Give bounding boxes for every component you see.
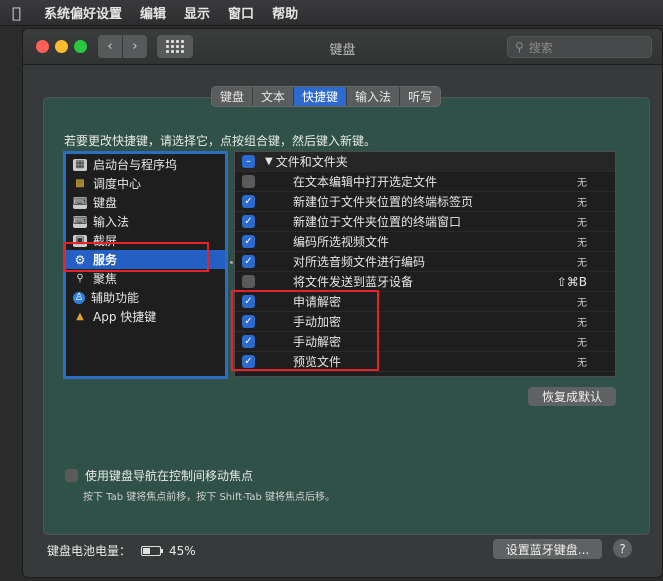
apple-menu-icon[interactable]:  — [12, 4, 28, 22]
shortcut-label: 编码所选视频文件 — [293, 235, 390, 249]
battery-label: 键盘电池电量： — [47, 544, 132, 558]
category-item-launchpad[interactable]: ▦ 启动台与程序坞 — [66, 155, 225, 174]
shortcut-row[interactable]: ✓ 对所选音频文件进行编码 无 — [235, 252, 615, 272]
tab-input-sources[interactable]: 输入法 — [347, 87, 401, 106]
shortcut-key[interactable]: 无 — [577, 254, 587, 269]
shortcut-checkbox[interactable]: ✓ — [242, 235, 255, 248]
shortcut-checkbox[interactable] — [242, 175, 255, 188]
battery-level-fill — [143, 547, 151, 554]
setup-bluetooth-keyboard-button[interactable]: 设置蓝牙键盘... — [493, 539, 602, 559]
shortcut-row[interactable]: 在文本编辑中打开选定文件 无 — [235, 172, 615, 192]
category-label: 输入法 — [93, 215, 130, 229]
category-item-mission-control[interactable]: ▩ 调度中心 — [66, 174, 225, 193]
restore-defaults-button[interactable]: 恢复成默认 — [528, 387, 616, 406]
battery-percent: 45% — [169, 543, 196, 558]
shortcut-key[interactable]: 无 — [577, 354, 587, 369]
help-button[interactable]: ? — [613, 539, 632, 558]
menu-view[interactable]: 显示 — [184, 3, 210, 22]
shortcut-label: 将文件发送到蓝牙设备 — [293, 275, 414, 289]
keyboard-navigation-label: 使用键盘导航在控制间移动焦点 — [85, 469, 254, 483]
search-icon: ⚲ — [515, 40, 524, 54]
category-item-input-sources[interactable]: ⌨ 输入法 — [66, 212, 225, 231]
shortcut-key[interactable]: 无 — [577, 314, 587, 329]
category-label: 键盘 — [93, 196, 118, 210]
shortcut-key[interactable]: 无 — [577, 334, 587, 349]
battery-status: 键盘电池电量： 45% — [47, 542, 196, 559]
spotlight-icon: ⚲ — [76, 273, 84, 284]
shortcut-checkbox[interactable]: ✓ — [242, 255, 255, 268]
shortcut-key[interactable]: 无 — [577, 194, 587, 209]
keyboard-navigation-option[interactable]: 使用键盘导航在控制间移动焦点 — [65, 467, 253, 484]
menu-edit[interactable]: 编辑 — [140, 3, 166, 22]
category-label: 辅助功能 — [91, 291, 140, 305]
app-store-icon: ▲ — [76, 311, 84, 322]
disclosure-triangle-icon[interactable]: ▼ — [265, 156, 273, 167]
keyboard-icon: ⌨ — [72, 196, 88, 209]
category-label: 启动台与程序坞 — [93, 158, 178, 172]
shortcut-row[interactable]: 将文件发送到蓝牙设备 ⇧⌘B — [235, 272, 615, 292]
group-label: 文件和文件夹 — [275, 155, 348, 169]
launchpad-icon: ▦ — [73, 158, 87, 171]
tab-shortcuts[interactable]: 快捷键 — [294, 87, 348, 106]
instruction-text: 若要更改快捷键，请选择它，点按组合键，然后键入新键。 — [64, 134, 377, 148]
tab-text[interactable]: 文本 — [253, 87, 295, 106]
search-field[interactable]: ⚲ 搜索 — [507, 36, 652, 58]
search-placeholder: 搜索 — [528, 40, 553, 55]
shortcut-label: 新建位于文件夹位置的终端窗口 — [293, 215, 462, 229]
battery-icon — [141, 545, 164, 556]
category-item-app-shortcuts[interactable]: ▲ App 快捷键 — [66, 307, 225, 326]
keyboard-icon: ⌨ — [72, 215, 88, 228]
tab-bar: 键盘 文本 快捷键 输入法 听写 — [211, 86, 442, 107]
shortcut-label: 新建位于文件夹位置的终端标签页 — [293, 195, 474, 209]
shortcut-key[interactable]: 无 — [577, 174, 587, 189]
shortcut-group-header[interactable]: – ▼ 文件和文件夹 — [235, 152, 615, 172]
category-item-accessibility[interactable]: ♙ 辅助功能 — [66, 288, 225, 307]
category-item-keyboard[interactable]: ⌨ 键盘 — [66, 193, 225, 212]
shortcut-key[interactable]: 无 — [577, 214, 587, 229]
group-checkbox[interactable]: – — [242, 155, 255, 168]
shortcut-row[interactable]: ✓ 新建位于文件夹位置的终端标签页 无 — [235, 192, 615, 212]
shortcut-row[interactable]: ✓ 编码所选视频文件 无 — [235, 232, 615, 252]
shortcut-checkbox[interactable]: ✓ — [242, 195, 255, 208]
accessibility-icon: ♙ — [73, 291, 85, 304]
category-label: App 快捷键 — [93, 310, 157, 324]
keyboard-navigation-hint: 按下 Tab 键将焦点前移，按下 Shift-Tab 键将焦点后移。 — [83, 492, 335, 503]
shortcut-label: 在文本编辑中打开选定文件 — [293, 175, 438, 189]
annotation-box-services — [63, 242, 209, 272]
shortcut-label: 对所选音频文件进行编码 — [293, 255, 426, 269]
menu-app-name[interactable]: 系统偏好设置 — [44, 3, 122, 22]
shortcut-key[interactable]: 无 — [577, 234, 587, 249]
mission-control-icon: ▩ — [75, 178, 85, 189]
title-bar: ‹ › 键盘 ⚲ 搜索 — [23, 29, 662, 65]
tab-keyboard[interactable]: 键盘 — [212, 87, 254, 106]
splitter-handle[interactable] — [230, 261, 233, 264]
shortcut-checkbox[interactable]: ✓ — [242, 215, 255, 228]
keyboard-navigation-checkbox[interactable] — [65, 469, 78, 482]
shortcut-checkbox[interactable] — [242, 275, 255, 288]
shortcut-row[interactable]: ✓ 新建位于文件夹位置的终端窗口 无 — [235, 212, 615, 232]
tab-dictation[interactable]: 听写 — [400, 87, 440, 106]
menu-help[interactable]: 帮助 — [272, 3, 298, 22]
menu-window[interactable]: 窗口 — [228, 3, 254, 22]
keyboard-preferences-window: ‹ › 键盘 ⚲ 搜索 键盘 文本 快捷键 输入法 听写 若要更改快捷键，请选择… — [22, 28, 663, 578]
annotation-box-shortcuts — [231, 290, 379, 371]
shortcut-key[interactable]: ⇧⌘B — [557, 275, 587, 289]
shortcut-key[interactable]: 无 — [577, 294, 587, 309]
menu-bar:  系统偏好设置 编辑 显示 窗口 帮助 — [0, 0, 663, 26]
category-label: 聚焦 — [93, 272, 118, 286]
category-label: 调度中心 — [93, 177, 142, 191]
